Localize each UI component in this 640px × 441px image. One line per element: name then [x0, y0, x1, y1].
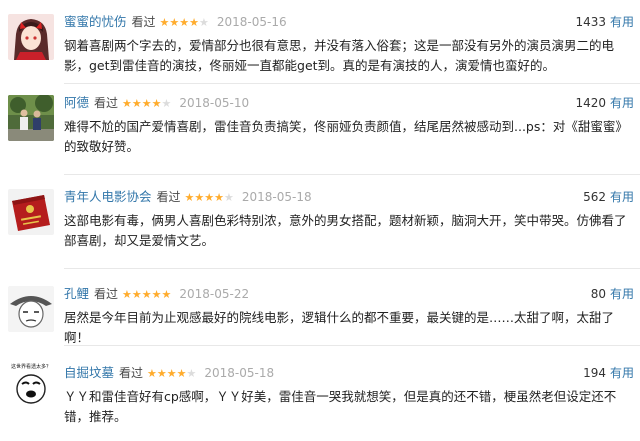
stars-filled: ★★★★ [184, 191, 224, 204]
divider [64, 174, 640, 175]
review-meta: 自掘坟墓 看过 ★★★★★ 2018-05-18 [64, 363, 274, 383]
useful-button[interactable]: 有用 [610, 366, 634, 380]
author-link[interactable]: 阿德 [64, 95, 89, 110]
stars-filled: ★★★★★ [122, 288, 172, 301]
author-link[interactable]: 孔鲤 [64, 286, 89, 301]
rating-stars: ★★★★★ [122, 288, 171, 301]
stars-empty: ★ [223, 191, 234, 204]
useful-button[interactable]: 有用 [610, 190, 634, 204]
review-date: 2018-05-10 [179, 96, 250, 110]
vote-number: 194 [583, 366, 606, 380]
stars-empty: ★ [161, 97, 172, 110]
vote-count: 1420 有用 [575, 93, 634, 113]
rating-stars: ★★★★★ [147, 367, 196, 380]
stars-filled: ★★★★ [147, 367, 187, 380]
author-link[interactable]: 自掘坟墓 [64, 365, 114, 380]
stars-empty: ★ [198, 16, 209, 29]
stars-filled: ★★★★ [159, 16, 199, 29]
review-date: 2018-05-18 [241, 190, 312, 204]
review-meta: 蜜蜜的忧伤 看过 ★★★★★ 2018-05-16 [64, 12, 287, 32]
review-meta: 青年人电影协会 看过 ★★★★★ 2018-05-18 [64, 187, 312, 207]
divider [64, 345, 640, 346]
review-content: 这部电影有毒，俩男人喜剧色彩特别浓，意外的男女搭配，题材新颖，脑洞大开，笑中带哭… [64, 213, 627, 248]
divider [64, 83, 640, 84]
review-date: 2018-05-18 [204, 366, 275, 380]
rating-stars: ★★★★★ [122, 97, 171, 110]
review-content: ＹＹ和雷佳音好有cp感啊，ＹＹ好美，雷佳音一哭我就想笑，但是真的还不错，梗虽然老… [64, 389, 617, 424]
stars-filled: ★★★★ [122, 97, 162, 110]
seen-label: 看过 [94, 287, 119, 301]
seen-label: 看过 [94, 96, 119, 110]
anime-girl-avatar-icon[interactable] [8, 14, 54, 60]
review-content: 居然是今年目前为止观感最好的院线电影，逻辑什么的都不重要，最关键的是……太甜了啊… [64, 310, 615, 345]
sketch-face-avatar-icon[interactable] [8, 286, 54, 332]
vote-number: 1420 [575, 96, 606, 110]
useful-button[interactable]: 有用 [610, 287, 634, 301]
vote-number: 80 [590, 287, 606, 301]
vote-number: 562 [583, 190, 606, 204]
review-date: 2018-05-16 [216, 15, 287, 29]
useful-button[interactable]: 有用 [610, 15, 634, 29]
vote-count: 194 有用 [583, 363, 634, 383]
review-content: 难得不尬的国产爱情喜剧，雷佳音负责搞笑，佟丽娅负责颜值，结尾居然被感动到...p… [64, 119, 628, 154]
review-meta: 阿德 看过 ★★★★★ 2018-05-10 [64, 93, 249, 113]
seen-label: 看过 [156, 190, 181, 204]
divider [64, 268, 640, 269]
meme-face-avatar-icon[interactable]: 这世界看透太多？ [8, 361, 54, 407]
review-content: 钢着喜剧两个字去的，爱情部分也很有意思，并没有落入俗套；这是一部没有另外的演员演… [64, 38, 615, 73]
seen-label: 看过 [119, 366, 144, 380]
rating-stars: ★★★★★ [185, 191, 234, 204]
review-meta: 孔鲤 看过 ★★★★★ 2018-05-22 [64, 284, 249, 304]
vote-count: 562 有用 [583, 187, 634, 207]
useful-button[interactable]: 有用 [610, 96, 634, 110]
red-book-avatar-icon[interactable] [8, 189, 54, 235]
vote-number: 1433 [575, 15, 606, 29]
author-link[interactable]: 蜜蜜的忧伤 [64, 14, 127, 29]
avatar-caption: 这世界看透太多？ [11, 363, 51, 370]
stars-empty: ★ [186, 367, 197, 380]
vote-count: 80 有用 [591, 284, 634, 304]
vote-count: 1433 有用 [575, 12, 634, 32]
rating-stars: ★★★★★ [160, 16, 209, 29]
seen-label: 看过 [131, 15, 156, 29]
review-date: 2018-05-22 [179, 287, 250, 301]
author-link[interactable]: 青年人电影协会 [64, 189, 152, 204]
street-photo-avatar-icon[interactable] [8, 95, 54, 141]
